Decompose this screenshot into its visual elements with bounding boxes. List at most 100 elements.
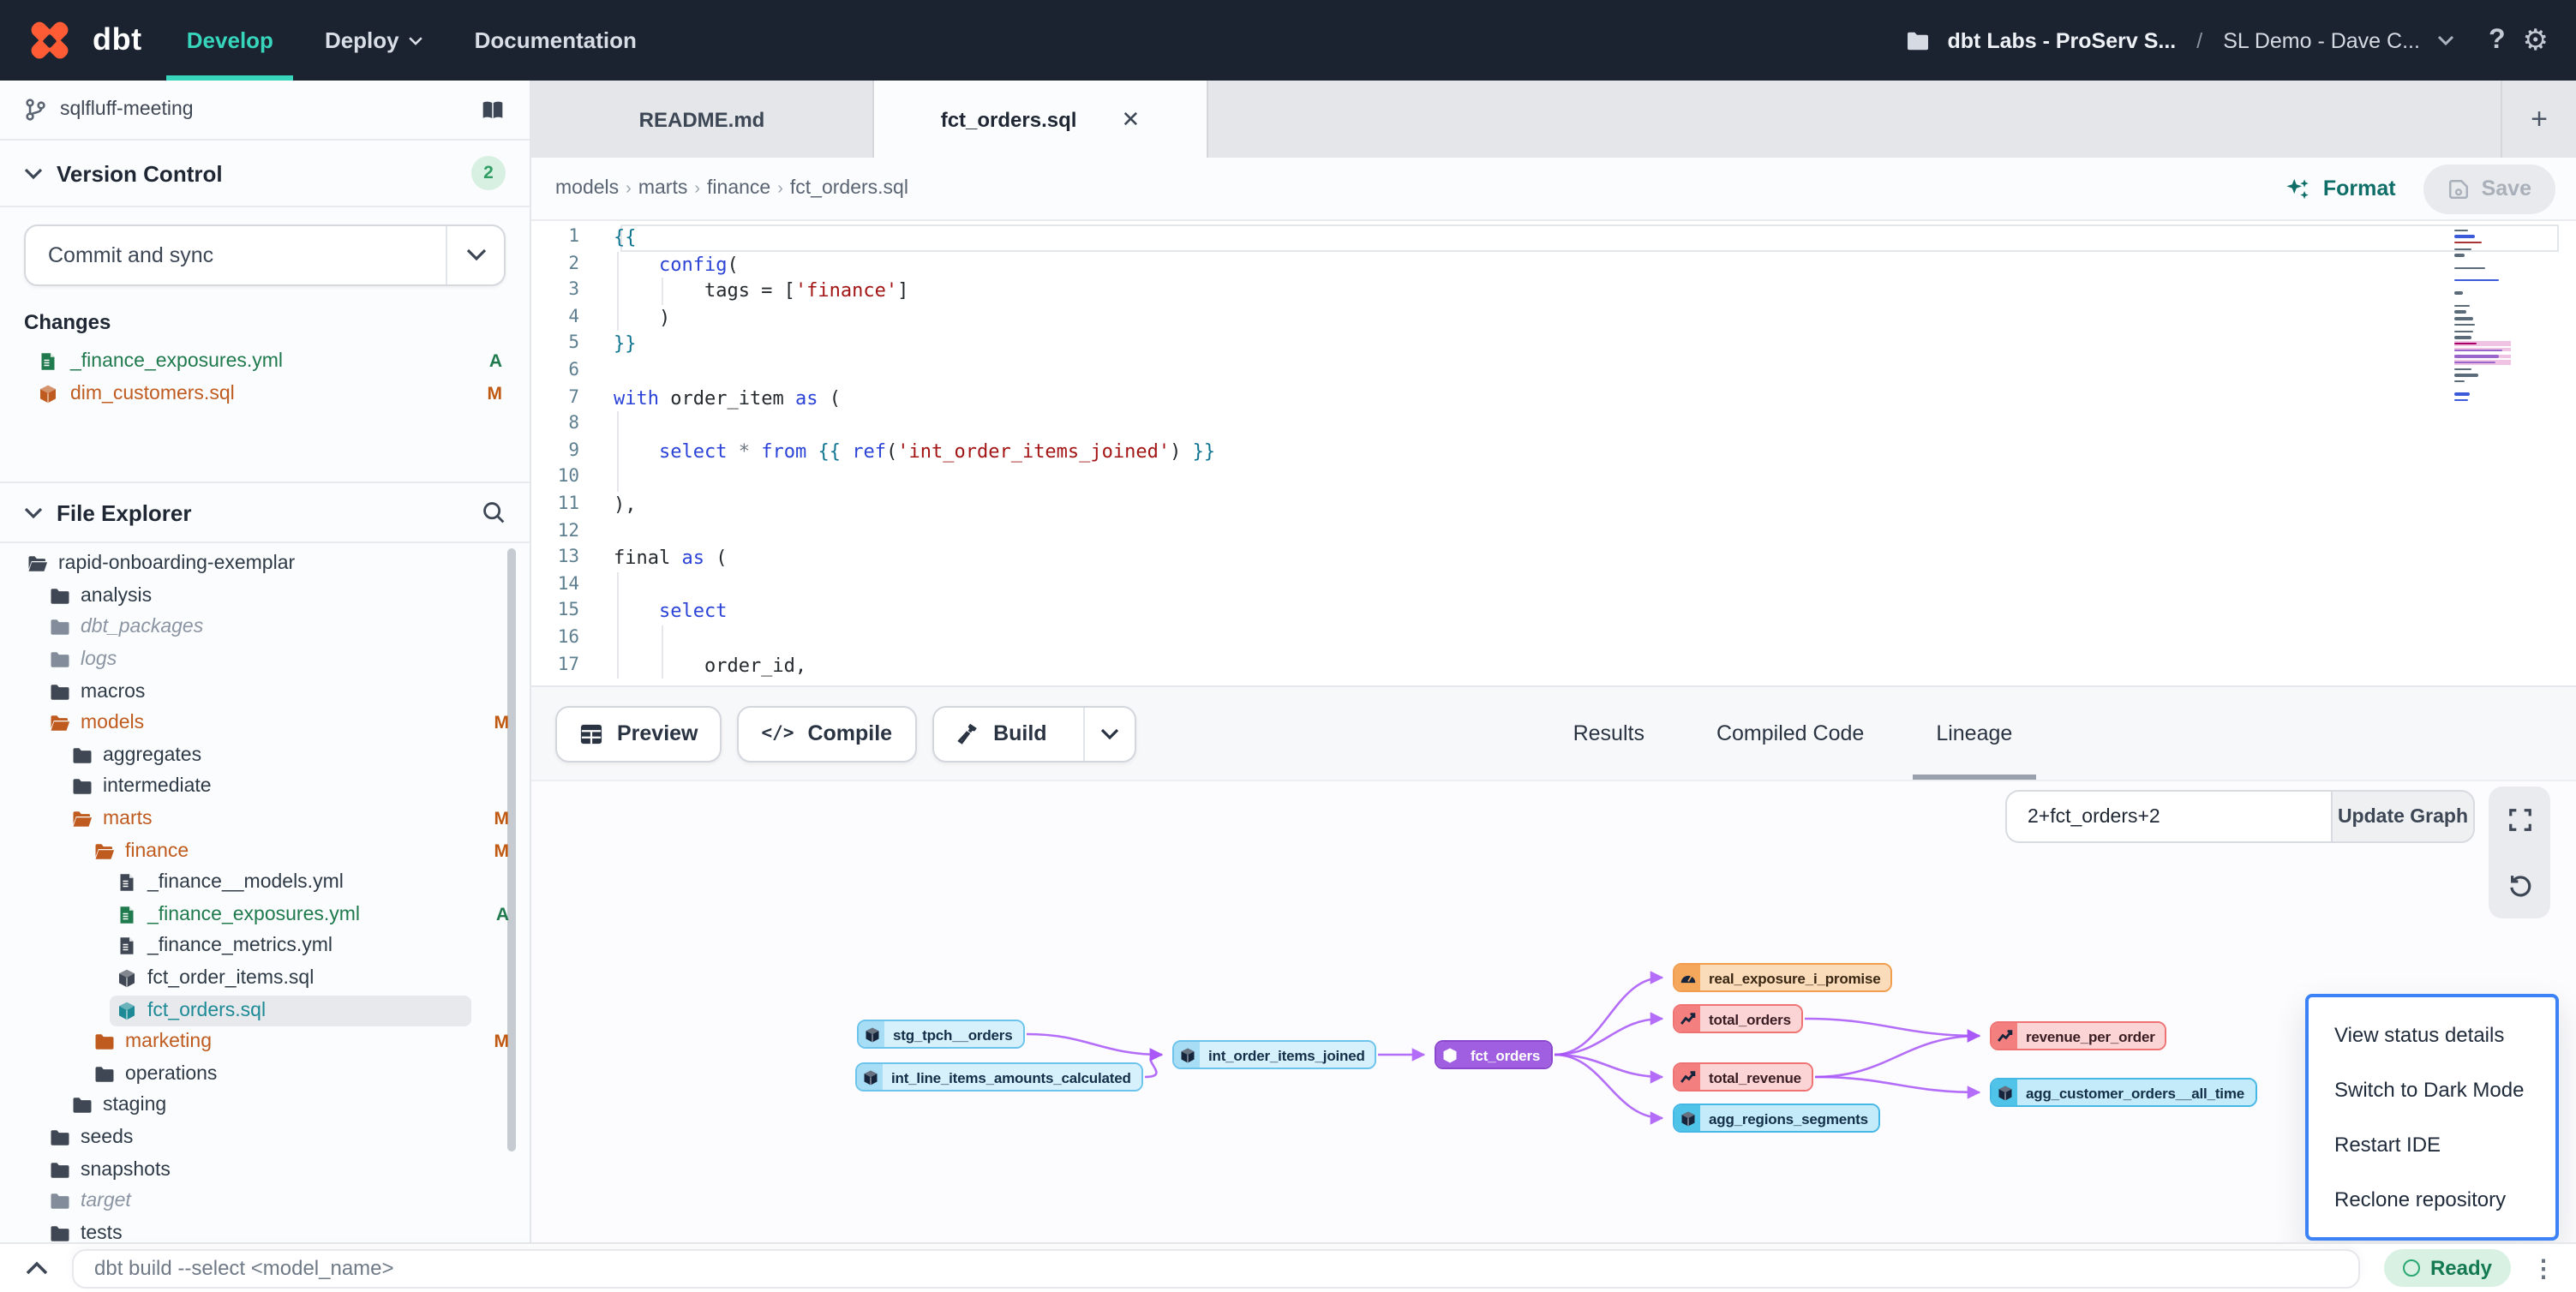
close-icon[interactable]: ✕ (1121, 105, 1140, 133)
lineage-node-stg_tpch__orders[interactable]: stg_tpch__orders (857, 1020, 1024, 1049)
editor-tab-fct_orders.sql[interactable]: fct_orders.sql✕ (874, 81, 1208, 158)
gear-icon[interactable]: ⚙ (2523, 23, 2549, 57)
panel-tabs: Results Compiled Code Lineage (1573, 687, 2013, 780)
chevron-up-icon[interactable] (0, 1261, 72, 1275)
code-editor[interactable]: 1{{2 config(3 tags = ['finance']4 )5}}67… (531, 221, 2576, 685)
tree-item-tests[interactable]: tests (0, 1217, 530, 1242)
menu-item-restart-ide[interactable]: Restart IDE (2309, 1117, 2555, 1172)
menu-item-reclone-repository[interactable]: Reclone repository (2309, 1172, 2555, 1227)
lineage-node-total_orders[interactable]: total_orders (1673, 1004, 1803, 1033)
menu-item-view-status-details[interactable]: View status details (2309, 1008, 2555, 1062)
lineage-selector-input[interactable]: 2+fct_orders+2 (2005, 790, 2331, 843)
format-button[interactable]: Format (2285, 176, 2396, 201)
tree-item-operations[interactable]: operations (0, 1058, 530, 1090)
account-name[interactable]: dbt Labs - ProServ S... (1948, 28, 2177, 52)
tree-item-finance[interactable]: financeM (0, 835, 530, 867)
folder-icon (50, 1159, 70, 1180)
tree-item-_finance_exposures.yml[interactable]: _finance_exposures.ymlA (0, 899, 530, 930)
tree-status-badge: M (494, 840, 510, 861)
build-button[interactable]: Build (932, 705, 1136, 762)
tree-item-label: models (81, 714, 144, 734)
tree-item-label: _finance_metrics.yml (147, 936, 332, 957)
change-row[interactable]: dim_customers.sqlM (24, 377, 506, 410)
lineage-node-total_revenue[interactable]: total_revenue (1673, 1062, 1813, 1092)
tree-item-fct_orders.sql[interactable]: fct_orders.sql (0, 995, 530, 1026)
bottom-panel-header: Preview </> Compile Build (531, 685, 2576, 780)
dbt-logo-icon[interactable] (24, 15, 75, 66)
change-row[interactable]: _finance_exposures.ymlA (24, 344, 506, 377)
command-input[interactable]: dbt build --select <model_name> (72, 1248, 2360, 1288)
nav-link-documentation[interactable]: Documentation (475, 0, 637, 81)
nav-link-deploy[interactable]: Deploy (325, 0, 423, 81)
branch-row[interactable]: sqlfluff-meeting (0, 81, 530, 141)
panel-tab-results[interactable]: Results (1573, 687, 1644, 780)
nav-link-develop[interactable]: Develop (187, 0, 273, 81)
tree-item-dbt_packages[interactable]: dbt_packages (0, 612, 530, 643)
project-chevron-down-icon[interactable] (2437, 34, 2454, 46)
breadcrumb: models›marts›finance›fct_orders.sql (555, 178, 908, 199)
tree-item-marts[interactable]: martsM (0, 804, 530, 835)
panel-tab-lineage[interactable]: Lineage (1936, 687, 2012, 780)
lineage-node-int_line_items_amounts_calculated[interactable]: int_line_items_amounts_calculated (855, 1062, 1143, 1092)
tree-item-_finance_metrics.yml[interactable]: _finance_metrics.yml (0, 930, 530, 962)
build-options-chevron[interactable] (1083, 707, 1135, 760)
code-line-16: 16 (531, 625, 2576, 652)
tree-item-marketing[interactable]: marketingM (0, 1026, 530, 1058)
tree-item-intermediate[interactable]: intermediate (0, 771, 530, 803)
breadcrumb-item[interactable]: finance (707, 178, 770, 199)
tree-item-rapid-onboarding-exemplar[interactable]: rapid-onboarding-exemplar (0, 548, 530, 580)
save-button[interactable]: Save (2423, 164, 2555, 213)
changes-title: Changes (24, 310, 506, 334)
breadcrumb-item[interactable]: marts (638, 178, 688, 199)
status-badge[interactable]: Ready (2384, 1249, 2511, 1287)
commit-options-chevron[interactable] (446, 226, 504, 284)
line-number: 1 (531, 224, 600, 251)
tree-item-logs[interactable]: logs (0, 644, 530, 676)
tree-item-target[interactable]: target (0, 1186, 530, 1217)
tree-item-_finance__models.yml[interactable]: _finance__models.yml (0, 867, 530, 899)
lineage-node-real_exposure_i_promise[interactable]: real_exposure_i_promise (1673, 963, 1892, 992)
tree-item-models[interactable]: modelsM (0, 708, 530, 739)
file-explorer-header[interactable]: File Explorer (0, 482, 530, 543)
kebab-menu-icon[interactable]: ⋮ (2531, 1253, 2555, 1283)
lineage-node-revenue_per_order[interactable]: revenue_per_order (1990, 1021, 2167, 1050)
panel-tab-compiled-code[interactable]: Compiled Code (1716, 687, 1864, 780)
status-label: Ready (2430, 1256, 2492, 1280)
lineage-node-int_order_items_joined[interactable]: int_order_items_joined (1172, 1040, 1377, 1069)
line-number: 6 (531, 358, 600, 385)
reset-view-icon[interactable] (2502, 869, 2537, 903)
breadcrumb-item[interactable]: models (555, 178, 619, 199)
lineage-node-agg_regions_segments[interactable]: agg_regions_segments (1673, 1104, 1880, 1133)
tree-item-analysis[interactable]: analysis (0, 580, 530, 612)
tree-item-aggregates[interactable]: aggregates (0, 739, 530, 771)
commit-and-sync-button[interactable]: Commit and sync (24, 224, 506, 286)
tree-item-staging[interactable]: staging (0, 1090, 530, 1122)
node-label: int_line_items_amounts_calculated (883, 1064, 1141, 1090)
lineage-node-agg_customer_orders__all_time[interactable]: agg_customer_orders__all_time (1990, 1078, 2256, 1107)
menu-item-switch-to-dark-mode[interactable]: Switch to Dark Mode (2309, 1062, 2555, 1117)
editor-tab-README.md[interactable]: README.md (531, 81, 874, 158)
lineage-node-fct_orders[interactable]: fct_orders (1435, 1040, 1552, 1069)
preview-button[interactable]: Preview (555, 705, 722, 762)
help-icon[interactable]: ? (2489, 25, 2506, 56)
search-icon[interactable] (482, 500, 506, 524)
version-control-header[interactable]: Version Control 2 (0, 141, 530, 207)
tree-item-fct_order_items.sql[interactable]: fct_order_items.sql (0, 962, 530, 994)
primary-nav: Develop Deploy Documentation (187, 0, 637, 81)
lineage-canvas[interactable]: 2+fct_orders+2 Update Graph (531, 780, 2576, 1242)
cube-icon (1674, 1105, 1700, 1131)
tree-item-seeds[interactable]: seeds (0, 1122, 530, 1153)
editor-tab-bar: README.mdfct_orders.sql✕ + (531, 81, 2576, 158)
new-tab-button[interactable]: + (2501, 81, 2576, 158)
code-line-7: 7with order_item as ( (531, 385, 2576, 411)
tree-item-macros[interactable]: macros (0, 676, 530, 708)
fullscreen-icon[interactable] (2502, 803, 2537, 837)
breadcrumb-item[interactable]: fct_orders.sql (790, 178, 908, 199)
docs-book-icon[interactable] (480, 99, 506, 121)
tree-item-snapshots[interactable]: snapshots (0, 1154, 530, 1186)
tree-status-badge: M (494, 1032, 510, 1052)
sidebar: sqlfluff-meeting Version Control 2 Commi… (0, 81, 531, 1242)
update-graph-button[interactable]: Update Graph (2331, 790, 2475, 843)
project-name[interactable]: SL Demo - Dave C... (2223, 28, 2420, 52)
compile-button[interactable]: </> Compile (738, 705, 917, 762)
